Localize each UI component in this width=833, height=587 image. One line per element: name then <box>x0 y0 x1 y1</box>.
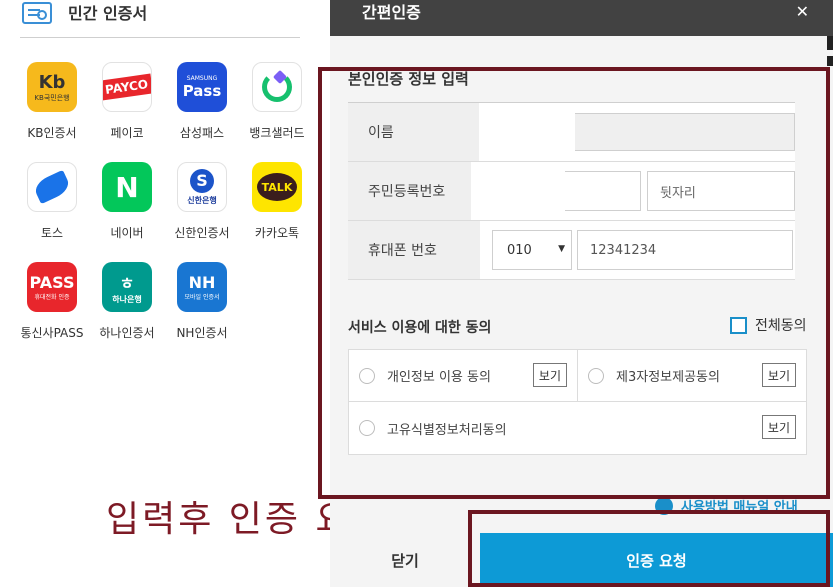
app-samsung-pass[interactable]: SAMSUNG Pass 삼성패스 <box>162 62 242 141</box>
shinhan-icon: S 신한은행 <box>177 162 227 212</box>
kakaotalk-icon: TALK <box>252 162 302 212</box>
app-nh[interactable]: NH 모바일 인증서 NH인증서 <box>162 262 242 341</box>
scrollbar-thumb[interactable] <box>827 56 833 66</box>
modal-title: 간편인증 <box>362 3 421 22</box>
panel-header: 민간 인증서 <box>20 0 300 38</box>
app-label: NH인증서 <box>176 326 228 340</box>
payco-icon: PAYCO <box>102 62 152 112</box>
app-label: 페이코 <box>110 126 144 140</box>
app-label: KB인증서 <box>27 126 77 140</box>
app-label: 카카오톡 <box>254 226 300 240</box>
app-label: 삼성패스 <box>179 126 225 140</box>
app-pass[interactable]: PASS 휴대전화 인증 통신사PASS <box>12 262 92 341</box>
app-naver[interactable]: N 네이버 <box>87 162 167 241</box>
annotation-box-button <box>468 510 830 587</box>
app-label: 뱅크샐러드 <box>249 126 305 140</box>
naver-icon: N <box>102 162 152 212</box>
app-hana[interactable]: ㅎ 하나은행 하나인증서 <box>87 262 167 341</box>
close-button[interactable]: 닫기 <box>330 533 480 587</box>
app-payco[interactable]: PAYCO 페이코 <box>87 62 167 141</box>
samsung-pass-icon: SAMSUNG Pass <box>177 62 227 112</box>
app-label: 하나인증서 <box>99 326 155 340</box>
nh-icon: NH 모바일 인증서 <box>177 262 227 312</box>
toss-icon <box>27 162 77 212</box>
app-shinhan[interactable]: S 신한은행 신한인증서 <box>162 162 242 241</box>
modal-header: 간편인증 ✕ <box>330 0 833 36</box>
app-kakaotalk[interactable]: TALK 카카오톡 <box>237 162 317 241</box>
app-label: 네이버 <box>110 226 144 240</box>
certificate-panel: 민간 인증서 Kb KB국민은행 KB인증서 PAYCO 페이코 SAMSUNG P… <box>0 0 385 587</box>
annotation-box-form <box>318 67 830 499</box>
close-icon[interactable]: ✕ <box>796 2 809 21</box>
pass-icon: PASS 휴대전화 인증 <box>27 262 77 312</box>
panel-title: 민간 인증서 <box>68 3 148 23</box>
kb-icon: Kb KB국민은행 <box>27 62 77 112</box>
certificate-icon <box>22 1 52 24</box>
app-toss[interactable]: 토스 <box>12 162 92 241</box>
app-banksalad[interactable]: 뱅크샐러드 <box>237 62 317 141</box>
app-label: 신한인증서 <box>174 226 230 240</box>
app-label: 토스 <box>40 226 64 240</box>
hana-icon: ㅎ 하나은행 <box>102 262 152 312</box>
app-kb[interactable]: Kb KB국민은행 KB인증서 <box>12 62 92 141</box>
banksalad-icon <box>252 62 302 112</box>
scrollbar[interactable] <box>827 36 833 50</box>
app-label: 통신사PASS <box>20 326 84 340</box>
